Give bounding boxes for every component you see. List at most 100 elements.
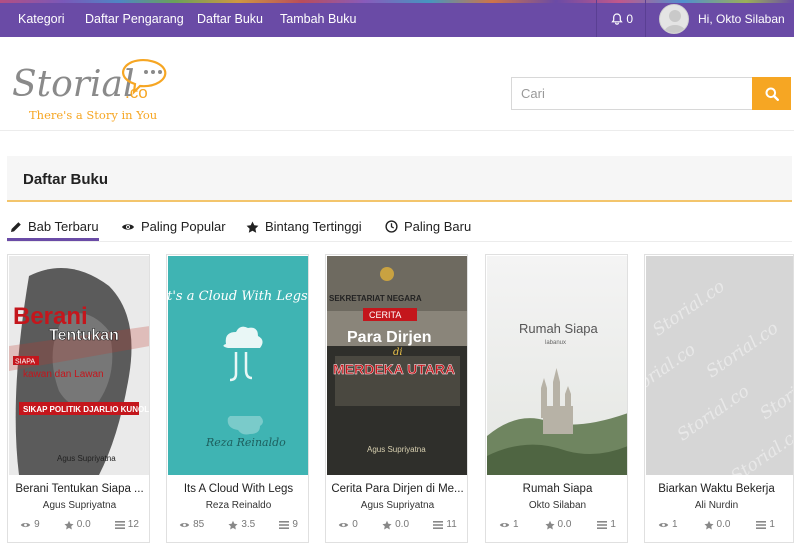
rating-value: 3.5 bbox=[241, 519, 256, 530]
tab-bintang-tertinggi[interactable]: Bintang Tertinggi bbox=[246, 219, 362, 234]
chapters-stat: 1 bbox=[756, 519, 775, 530]
chapters-stat: 12 bbox=[114, 519, 139, 530]
cover-subtitle: kawan dan Lawan bbox=[23, 369, 104, 380]
star-icon bbox=[228, 520, 238, 529]
views-count: 0 bbox=[352, 519, 358, 530]
chapters-count: 1 bbox=[769, 519, 775, 530]
book-title[interactable]: Rumah Siapa bbox=[486, 483, 627, 495]
tab-bab-terbaru[interactable]: Bab Terbaru bbox=[10, 219, 99, 234]
tab-paling-baru[interactable]: Paling Baru bbox=[385, 219, 471, 234]
cover-tagline: SIKAP POLITIK DJARLIO KUNOLO bbox=[23, 405, 150, 414]
rating-value: 0.0 bbox=[716, 519, 731, 530]
eye-icon bbox=[179, 522, 190, 527]
views-count: 9 bbox=[34, 519, 40, 530]
book-cover[interactable]: SEKRETARIAT NEGARA CERITA Para Dirjen di… bbox=[327, 256, 467, 475]
list-icon bbox=[114, 520, 125, 529]
list-icon bbox=[279, 520, 290, 529]
book-author[interactable]: Okto Silaban bbox=[486, 500, 627, 511]
logo-wordmark: Storial bbox=[12, 64, 135, 105]
chapters-stat: 1 bbox=[597, 519, 616, 530]
chapters-count: 11 bbox=[446, 519, 457, 530]
notifications-button[interactable]: 0 bbox=[611, 12, 633, 26]
star-icon bbox=[64, 520, 74, 529]
book-author[interactable]: Agus Supriyatna bbox=[326, 500, 467, 511]
user-greeting[interactable]: Hi, Okto Silaban bbox=[698, 12, 785, 26]
chapters-stat: 11 bbox=[433, 519, 457, 530]
book-title[interactable]: Its A Cloud With Legs bbox=[167, 483, 308, 495]
rating-value: 0.0 bbox=[557, 519, 572, 530]
views-count: 1 bbox=[671, 519, 678, 530]
cover-subtitle: labanux bbox=[545, 340, 566, 346]
star-icon bbox=[246, 221, 259, 233]
book-card[interactable]: It's a Cloud With Legs Reza Reinaldo Its… bbox=[166, 254, 309, 543]
cover-title-line3: MERDEKA UTARA bbox=[333, 361, 455, 377]
section-header: Daftar Buku bbox=[7, 156, 792, 202]
views-stat: 85 bbox=[179, 519, 204, 530]
search-button[interactable] bbox=[752, 77, 791, 110]
eye-icon bbox=[122, 223, 134, 230]
rating-stat: 0.0 bbox=[64, 519, 91, 530]
storial-logo[interactable]: Storial .co There's a Story in You bbox=[12, 52, 182, 124]
book-title[interactable]: Berani Tentukan Siapa ... bbox=[8, 483, 149, 495]
cover-signature: Reza Reinaldo bbox=[205, 436, 286, 449]
header-divider bbox=[0, 130, 794, 131]
book-stats: 1 0.0 1 bbox=[486, 519, 627, 530]
book-cover[interactable]: Rumah Siapa labanux bbox=[487, 256, 627, 475]
search-input[interactable] bbox=[511, 77, 752, 110]
cover-title-line1: Berani bbox=[13, 303, 88, 330]
book-card[interactable]: Berani Tentukan SIAPA kawan dan Lawan SI… bbox=[7, 254, 150, 543]
cover-heading: It's a Cloud With Legs bbox=[168, 289, 308, 304]
cover-author: Agus Supriyatna bbox=[57, 454, 116, 463]
user-avatar-icon bbox=[664, 10, 686, 33]
eye-icon bbox=[20, 522, 31, 527]
tab-label: Bintang Tertinggi bbox=[265, 219, 362, 234]
cover-badge: CERITA bbox=[369, 310, 401, 320]
bell-icon bbox=[611, 13, 623, 25]
rating-value: 0.0 bbox=[395, 519, 410, 530]
book-cover[interactable]: Storial.co Storial.co Storial.co Storial… bbox=[646, 256, 793, 475]
star-icon bbox=[703, 520, 714, 529]
chapters-count: 9 bbox=[292, 519, 298, 530]
nav-daftar-buku[interactable]: Daftar Buku bbox=[197, 12, 263, 26]
star-icon bbox=[382, 520, 392, 529]
book-stats: 0 0.0 11 bbox=[326, 519, 467, 530]
avatar[interactable] bbox=[659, 4, 689, 34]
views-count: 1 bbox=[512, 519, 519, 530]
clock-icon bbox=[385, 220, 398, 233]
tab-paling-popular[interactable]: Paling Popular bbox=[121, 219, 226, 234]
nav-kategori[interactable]: Kategori bbox=[18, 12, 65, 26]
tab-label: Bab Terbaru bbox=[28, 219, 99, 234]
tab-label: Paling Baru bbox=[404, 219, 472, 234]
nav-daftar-pengarang[interactable]: Daftar Pengarang bbox=[85, 12, 184, 26]
book-cover[interactable]: It's a Cloud With Legs Reza Reinaldo bbox=[168, 256, 308, 475]
nav-divider bbox=[596, 0, 597, 37]
cover-title-line1: Para Dirjen bbox=[347, 329, 431, 346]
book-card[interactable]: SEKRETARIAT NEGARA CERITA Para Dirjen di… bbox=[325, 254, 468, 543]
book-stats: 85 3.5 9 bbox=[167, 519, 308, 530]
book-title[interactable]: Biarkan Waktu Bekerja bbox=[645, 483, 788, 495]
book-card[interactable]: Rumah Siapa labanux Rumah Siapa Okto Sil… bbox=[485, 254, 628, 543]
active-tab-indicator bbox=[7, 238, 99, 241]
pencil-icon bbox=[11, 221, 21, 232]
tab-label: Paling Popular bbox=[141, 219, 226, 234]
nav-tambah-buku[interactable]: Tambah Buku bbox=[280, 12, 356, 26]
book-title[interactable]: Cerita Para Dirjen di Me... bbox=[326, 483, 467, 495]
book-author[interactable]: Agus Supriyatna bbox=[8, 500, 149, 511]
book-author[interactable]: Reza Reinaldo bbox=[167, 500, 308, 511]
nav-divider bbox=[645, 0, 646, 37]
tabs-divider bbox=[7, 241, 792, 242]
list-icon bbox=[756, 520, 767, 529]
rating-stat: 0.0 bbox=[544, 519, 572, 530]
eye-icon bbox=[499, 522, 510, 527]
cover-author: Agus Supriyatna bbox=[367, 445, 426, 454]
book-card[interactable]: Storial.co Storial.co Storial.co Storial… bbox=[644, 254, 794, 543]
chapters-stat: 9 bbox=[279, 519, 298, 530]
eye-icon bbox=[338, 522, 349, 527]
book-stats: 1 0.0 1 bbox=[645, 519, 788, 530]
list-icon bbox=[597, 520, 608, 529]
book-author[interactable]: Ali Nurdin bbox=[645, 500, 788, 511]
views-stat: 1 bbox=[499, 519, 519, 530]
logo-tagline: There's a Story in You bbox=[29, 108, 157, 122]
views-stat: 1 bbox=[658, 519, 678, 530]
book-cover[interactable]: Berani Tentukan SIAPA kawan dan Lawan SI… bbox=[9, 256, 150, 475]
